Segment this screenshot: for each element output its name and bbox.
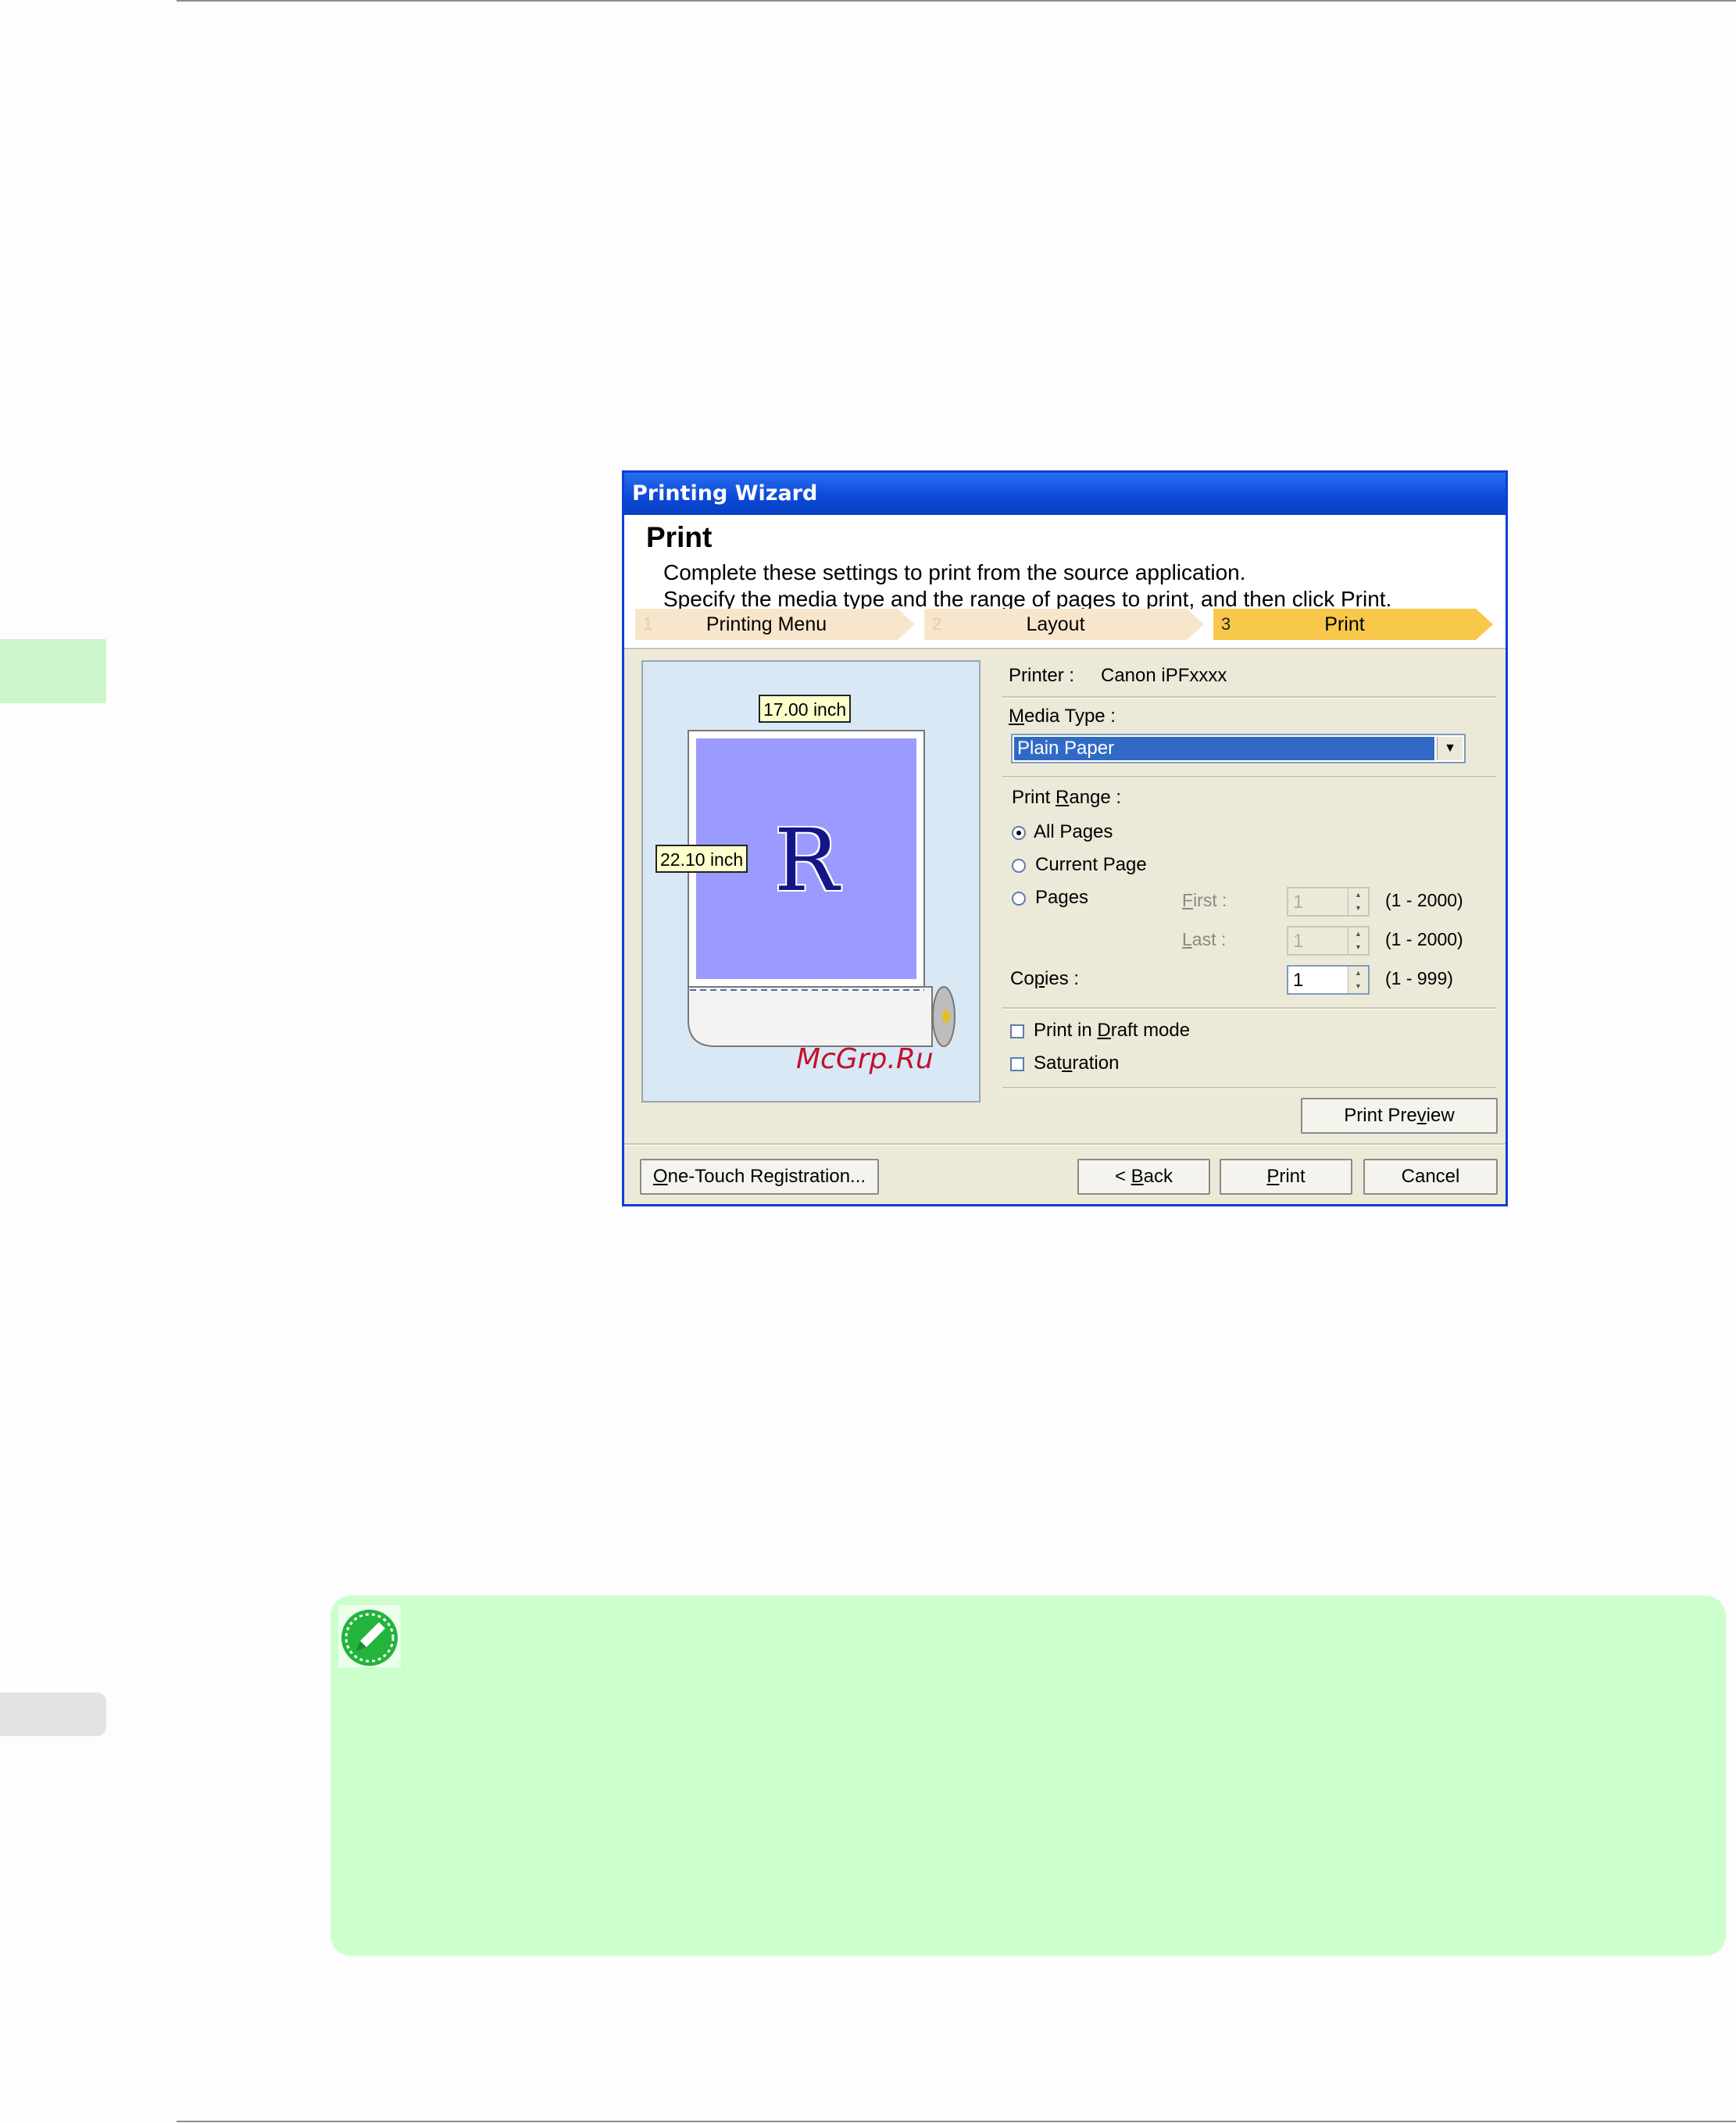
divider — [1002, 776, 1496, 778]
saturation-checkbox[interactable] — [1010, 1057, 1024, 1071]
radio-all-pages-label[interactable]: All Pages — [1034, 821, 1113, 843]
label-text: rint — [1279, 1166, 1306, 1187]
last-page-stepper[interactable]: 1 ▲ ▼ — [1287, 926, 1370, 956]
label-text: Sat — [1034, 1053, 1063, 1074]
paper-width-label: 17.00 inch — [759, 695, 852, 723]
print-range-label: Print Range : — [1012, 787, 1121, 809]
first-page-range: (1 - 2000) — [1385, 890, 1463, 910]
radio-all-pages[interactable] — [1012, 826, 1026, 840]
mnemonic: P — [1266, 1166, 1280, 1187]
mnemonic: u — [1062, 1053, 1073, 1074]
media-type-select[interactable]: Plain Paper ▼ — [1011, 734, 1466, 763]
mnemonic: F — [1182, 890, 1194, 910]
label-text: raft mode — [1110, 1020, 1191, 1041]
step-print: 3 Print — [1213, 609, 1493, 640]
mnemonic: p — [1034, 968, 1045, 989]
header-title: Print — [646, 521, 713, 553]
dialog-header: Print Complete these settings to print f… — [624, 515, 1506, 649]
draft-mode-label[interactable]: Print in Draft mode — [1034, 1020, 1190, 1042]
last-page-range: (1 - 2000) — [1385, 929, 1463, 949]
label-text: ast : — [1191, 929, 1227, 949]
mnemonic: L — [1182, 929, 1192, 949]
preview-letter: R — [774, 810, 839, 910]
step-label: Layout — [1026, 613, 1085, 635]
mnemonic: v — [1416, 1105, 1427, 1126]
radio-current-page[interactable] — [1012, 859, 1026, 873]
radio-pages[interactable] — [1012, 892, 1026, 906]
mnemonic: B — [1131, 1166, 1144, 1187]
paper-height-label: 22.10 inch — [655, 845, 748, 873]
mnemonic: D — [1097, 1020, 1111, 1041]
step-printing-menu: 1 Printing Menu — [635, 609, 915, 640]
print-button[interactable]: Print — [1220, 1159, 1352, 1195]
label-text: Co — [1010, 968, 1034, 989]
dialog-titlebar[interactable]: Printing Wizard — [624, 473, 1506, 515]
mnemonic: R — [1056, 787, 1070, 808]
label-text: Print — [1012, 787, 1056, 808]
side-tab-index — [0, 1692, 106, 1736]
divider — [1002, 1007, 1496, 1010]
back-button[interactable]: < Back — [1077, 1159, 1210, 1195]
label-text: ration — [1072, 1053, 1120, 1074]
arrow-up-icon[interactable]: ▲ — [1348, 927, 1368, 941]
media-type-label: Media Type : — [1009, 706, 1116, 727]
stepper-buttons[interactable]: ▲ ▼ — [1348, 927, 1368, 954]
last-page-label: Last : — [1182, 929, 1226, 950]
media-type-value: Plain Paper — [1014, 737, 1434, 760]
copies-label: Copies : — [1010, 968, 1079, 990]
label-text: edia Type : — [1024, 706, 1116, 727]
saturation-label[interactable]: Saturation — [1034, 1053, 1119, 1074]
step-layout: 2 Layout — [924, 609, 1204, 640]
first-page-label: First : — [1182, 890, 1227, 911]
wizard-steps: 1 Printing Menu 2 Layout 3 Print — [635, 609, 1495, 640]
divider — [1002, 1087, 1496, 1089]
stepper-value: 1 — [1293, 892, 1304, 913]
label-text: ange : — [1069, 787, 1122, 808]
divider — [1002, 696, 1496, 699]
note-box — [330, 1596, 1726, 1956]
copies-stepper[interactable]: 1 ▲ ▼ — [1287, 965, 1370, 995]
divider — [624, 1143, 1506, 1145]
mnemonic: M — [1009, 706, 1024, 727]
chevron-down-icon[interactable]: ▼ — [1437, 737, 1463, 760]
label-text: ack — [1143, 1166, 1173, 1187]
stepper-buttons[interactable]: ▲ ▼ — [1348, 967, 1368, 993]
printer-label: Printer : — [1009, 665, 1075, 686]
arrow-up-icon[interactable]: ▲ — [1348, 967, 1368, 980]
arrow-down-icon[interactable]: ▼ — [1348, 941, 1368, 954]
radio-current-page-label[interactable]: Current Page — [1035, 854, 1147, 876]
label-text: ies : — [1045, 968, 1080, 989]
step-label: Print — [1324, 613, 1365, 635]
mnemonic: O — [652, 1166, 668, 1187]
first-page-stepper[interactable]: 1 ▲ ▼ — [1287, 887, 1370, 917]
side-tab-chapter — [0, 639, 106, 703]
radio-pages-label[interactable]: Pages — [1035, 887, 1088, 909]
bottom-rule — [177, 2121, 1736, 2122]
label-text: < — [1114, 1166, 1131, 1187]
copies-range: (1 - 999) — [1385, 968, 1453, 988]
label-text: iew — [1426, 1105, 1455, 1126]
header-description-1: Complete these settings to print from th… — [663, 560, 1246, 584]
label-text: irst : — [1193, 890, 1227, 910]
stepper-buttons[interactable]: ▲ ▼ — [1348, 888, 1368, 915]
top-rule — [177, 0, 1736, 2]
printer-name: Canon iPFxxxx — [1101, 665, 1227, 686]
label-text: ne-Touch Registration... — [667, 1166, 866, 1187]
watermark-text: McGrp.Ru — [796, 1043, 934, 1075]
arrow-down-icon[interactable]: ▼ — [1348, 980, 1368, 993]
print-preview-button[interactable]: Print Preview — [1301, 1098, 1498, 1134]
stepper-value[interactable]: 1 — [1293, 970, 1303, 992]
arrow-down-icon[interactable]: ▼ — [1348, 902, 1368, 915]
label-text: Print in — [1034, 1020, 1098, 1041]
step-label: Printing Menu — [705, 613, 827, 635]
label-text: Print Pre — [1344, 1105, 1417, 1126]
one-touch-registration-button[interactable]: One-Touch Registration... — [640, 1159, 879, 1195]
layout-preview: 17.00 inch 22.10 inch R McGrp.Ru — [641, 660, 981, 1103]
stepper-value: 1 — [1293, 931, 1304, 952]
cancel-button[interactable]: Cancel — [1363, 1159, 1498, 1195]
pencil-note-icon — [338, 1605, 401, 1667]
printing-wizard-dialog: Printing Wizard Print Complete these set… — [622, 470, 1508, 1206]
arrow-up-icon[interactable]: ▲ — [1348, 888, 1368, 902]
draft-mode-checkbox[interactable] — [1010, 1024, 1024, 1038]
